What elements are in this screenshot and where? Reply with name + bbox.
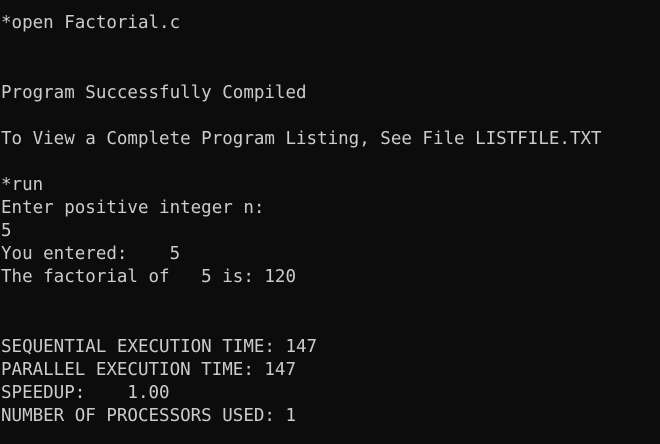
command-run: *run <box>1 175 44 195</box>
sequential-time: SEQUENTIAL EXECUTION TIME: 147 <box>1 337 318 357</box>
factorial-result: The factorial of 5 is: 120 <box>1 267 297 287</box>
console-window[interactable]: *open Factorial.c Program Successfully C… <box>0 0 660 444</box>
user-input: 5 <box>1 221 12 241</box>
speedup: SPEEDUP: 1.00 <box>1 383 170 403</box>
echo-output: You entered: 5 <box>1 244 181 264</box>
parallel-time: PARALLEL EXECUTION TIME: 147 <box>1 360 297 380</box>
processors-used: NUMBER OF PROCESSORS USED: 1 <box>1 406 297 426</box>
listing-notice: To View a Complete Program Listing, See … <box>1 129 602 149</box>
input-prompt: Enter positive integer n: <box>1 198 265 218</box>
command-open: *open Factorial.c <box>1 13 181 33</box>
compile-status: Program Successfully Compiled <box>1 83 307 103</box>
